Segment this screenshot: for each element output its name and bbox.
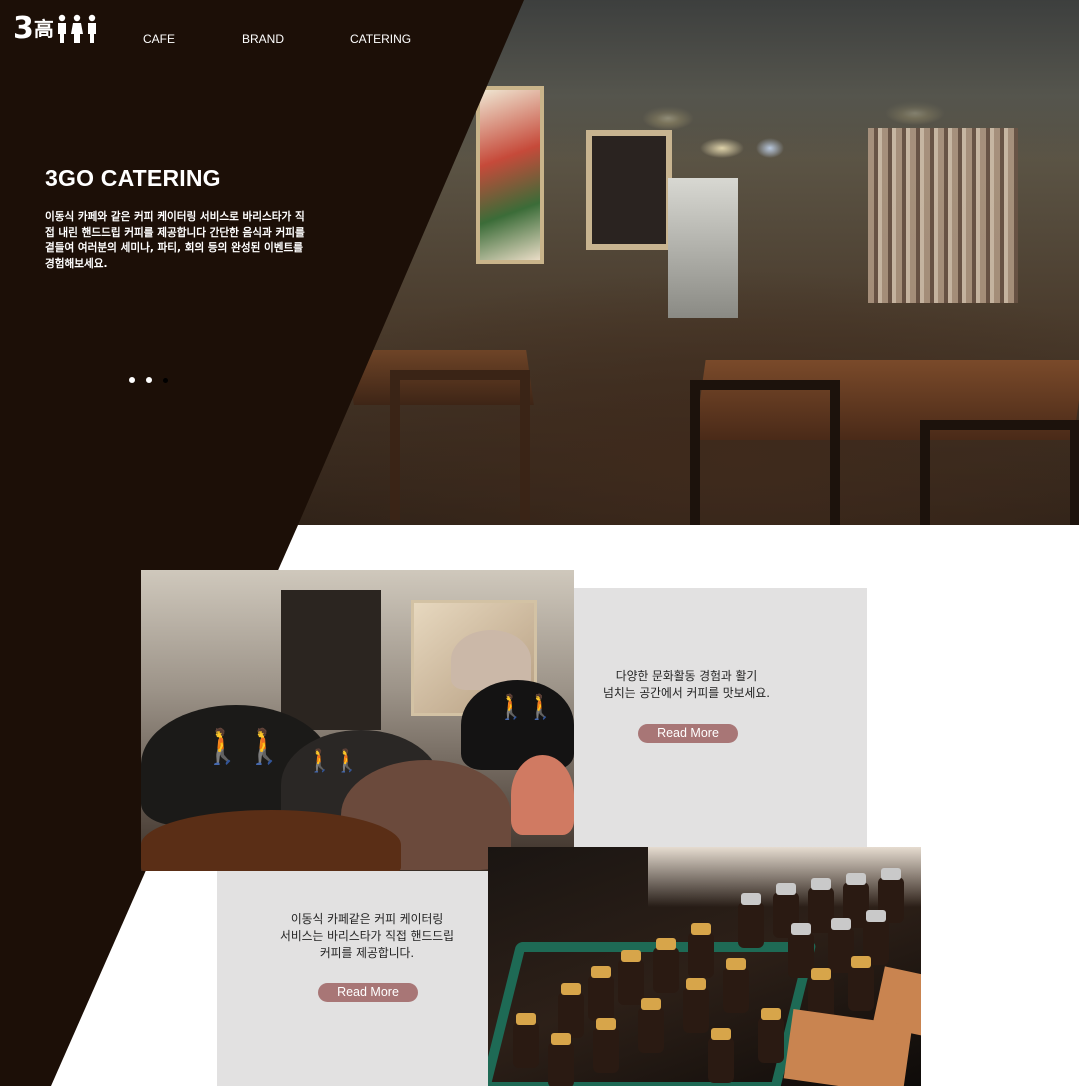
- catering-info-panel: 이동식 카페같은 커피 케이터링 서비스는 바리스타가 직접 핸드드립 커피를 …: [217, 871, 488, 1086]
- people-icon: [57, 14, 96, 43]
- coffee-bottles-photo: [488, 847, 921, 1086]
- slider-dot-2[interactable]: [146, 377, 152, 383]
- slider-dot-1[interactable]: [129, 377, 135, 383]
- hero-description: 이동식 카페와 같은 커피 케이터링 서비스로 바리스타가 직접 내린 핸드드립…: [45, 211, 305, 270]
- slider-dots: [129, 377, 168, 383]
- logo-number: 3: [13, 11, 34, 46]
- site-logo[interactable]: 3 高: [13, 13, 101, 45]
- logo-hanja: 高: [33, 17, 54, 41]
- nav-catering[interactable]: CATERING: [350, 30, 411, 48]
- caps-photo: 🚶🚶 🚶🚶 🚶🚶: [141, 570, 574, 871]
- read-more-button-catering[interactable]: Read More: [318, 983, 418, 1002]
- slider-dot-3-active[interactable]: [163, 377, 168, 383]
- culture-info-text: 다양한 문화활동 경험과 활기 넘치는 공간에서 커피를 맛보세요.: [603, 669, 770, 700]
- hero-title: 3GO CATERING: [45, 165, 221, 191]
- read-more-button-culture[interactable]: Read More: [638, 724, 738, 743]
- culture-info-panel: 다양한 문화활동 경험과 활기 넘치는 공간에서 커피를 맛보세요. Read …: [574, 588, 867, 847]
- nav-cafe[interactable]: CAFE: [143, 30, 175, 48]
- catering-info-text: 이동식 카페같은 커피 케이터링 서비스는 바리스타가 직접 핸드드립 커피를 …: [279, 912, 455, 960]
- nav-brand[interactable]: BRAND: [242, 30, 284, 48]
